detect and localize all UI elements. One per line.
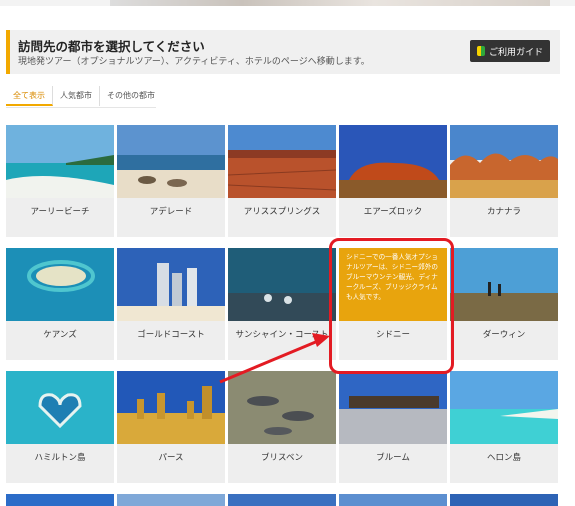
city-select-header: 訪問先の都市を選択してください 現地発ツアー（オプショナルツアー）、アクティビテ… [6, 30, 560, 74]
city-name: エアーズロック [363, 207, 423, 217]
city-card-partial[interactable] [117, 494, 225, 506]
city-name: アーリービーチ [30, 207, 90, 217]
city-photo [117, 248, 225, 321]
city-photo [450, 248, 558, 321]
city-name: ゴールドコースト [137, 330, 205, 340]
city-photo [339, 125, 447, 198]
city-card-partial[interactable] [450, 494, 558, 506]
city-name: ハミルトン島 [34, 453, 86, 463]
city-name: サンシャイン・コースト [235, 330, 329, 340]
city-name: ダーウィン [482, 330, 526, 340]
tab-popular-cities[interactable]: 人気都市 [53, 86, 100, 106]
city-card-perth[interactable]: パース [117, 371, 225, 483]
city-card-partial[interactable] [228, 494, 336, 506]
city-card-brisbane[interactable]: ブリスベン [228, 371, 336, 483]
user-guide-button[interactable]: ご利用ガイド [470, 40, 550, 62]
city-photo [6, 248, 114, 321]
city-card-hamilton-island[interactable]: ハミルトン島 [6, 371, 114, 483]
city-name: ブルーム [376, 453, 410, 463]
city-photo [228, 371, 336, 444]
city-card-heron-island[interactable]: ヘロン島 [450, 371, 558, 483]
city-name: アリススプリングス [243, 207, 321, 217]
city-card-gold-coast[interactable]: ゴールドコースト [117, 248, 225, 360]
city-name: アデレード [149, 207, 193, 217]
city-photo [339, 371, 447, 444]
tab-other-cities[interactable]: その他の都市 [100, 86, 162, 106]
top-banner-strip [0, 0, 575, 6]
city-card-sunshine-coast[interactable]: サンシャイン・コースト [228, 248, 336, 360]
city-name: ブリスベン [261, 453, 303, 463]
city-photo [6, 125, 114, 198]
city-card-kununurra[interactable]: カナナラ [450, 125, 558, 237]
city-photo [6, 371, 114, 444]
city-card-partial[interactable] [339, 494, 447, 506]
city-card-cairns[interactable]: ケアンズ [6, 248, 114, 360]
city-card-darwin[interactable]: ダーウィン [450, 248, 558, 360]
page-title: 訪問先の都市を選択してください [18, 39, 205, 54]
city-photo [117, 125, 225, 198]
city-card-ayers-rock[interactable]: エアーズロック [339, 125, 447, 237]
city-name: ヘロン島 [486, 453, 521, 463]
city-card-partial[interactable] [6, 494, 114, 506]
city-photo [228, 248, 336, 321]
banner-image [110, 0, 550, 6]
tab-divider [6, 107, 156, 108]
city-photo [450, 125, 558, 198]
city-filter-tabs: 全て表示 人気都市 その他の都市 [6, 86, 162, 106]
tab-all[interactable]: 全て表示 [6, 86, 53, 106]
city-card-adelaide[interactable]: アデレード [117, 125, 225, 237]
city-name: ケアンズ [43, 330, 77, 340]
city-photo [228, 125, 336, 198]
city-name: パース [158, 453, 184, 463]
beginner-mark-icon [476, 46, 485, 56]
city-photo [450, 371, 558, 444]
city-card-broome[interactable]: ブルーム [339, 371, 447, 483]
city-name: カナナラ [486, 207, 521, 217]
city-card-alice-springs[interactable]: アリススプリングス [228, 125, 336, 237]
user-guide-label: ご利用ガイド [488, 47, 543, 58]
sydney-highlight-box [329, 238, 454, 374]
page-subtitle: 現地発ツアー（オプショナルツアー）、アクティビティ、ホテルのページへ移動します。 [18, 57, 370, 67]
city-card-airlie-beach[interactable]: アーリービーチ [6, 125, 114, 237]
city-photo [117, 371, 225, 444]
